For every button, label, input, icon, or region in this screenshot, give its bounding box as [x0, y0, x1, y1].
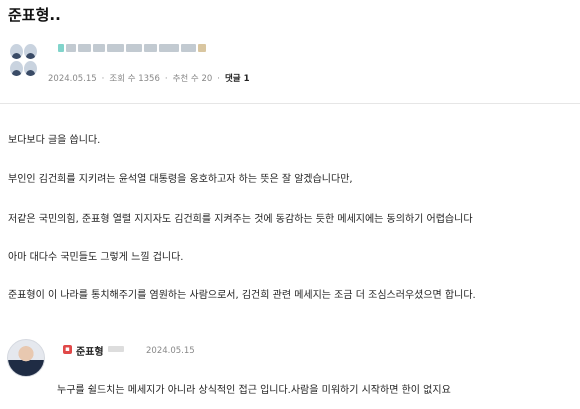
- reply-author-tag: [108, 346, 124, 352]
- avatar-face-icon: [24, 44, 37, 59]
- vote-count: 추천 수 20: [172, 74, 213, 84]
- avatar-face-icon: [24, 61, 37, 76]
- reply-author-avatar[interactable]: [7, 339, 45, 377]
- post-body-paragraph: 저같은 국민의힘, 준표형 열렬 지지자도 김건희를 지켜주는 것에 동감하는 …: [8, 214, 473, 225]
- author-badge-icon: ▪: [63, 345, 72, 354]
- avatar-face-icon: [10, 44, 23, 59]
- header-divider: [0, 103, 580, 104]
- post-meta: 2024.05.15 · 조회 수 1356 · 추천 수 20 · 댓글 1: [48, 74, 250, 84]
- view-count: 조회 수 1356: [109, 74, 160, 84]
- avatar-face-icon: [10, 61, 23, 76]
- author-avatar[interactable]: [8, 44, 38, 78]
- post-body-paragraph: 보다보다 글을 씁니다.: [8, 135, 101, 146]
- comment-count-link[interactable]: 댓글 1: [225, 74, 250, 84]
- post-body-paragraph: 준표형이 이 나라를 통치해주기를 염원하는 사람으로서, 김건희 관련 메세지…: [8, 290, 476, 301]
- reply-text: 누구를 쉴드치는 메세지가 아니라 상식적인 접근 입니다.사람을 미워하기 시…: [57, 385, 451, 396]
- post-date: 2024.05.15: [48, 74, 97, 84]
- reply-author-name[interactable]: 준표형: [76, 343, 104, 358]
- author-name-redacted[interactable]: [58, 44, 206, 54]
- reply-date: 2024.05.15: [146, 346, 195, 356]
- post-body-paragraph: 부인인 김건희를 지키려는 윤석열 대통령을 옹호하고자 하는 뜻은 잘 알겠습…: [8, 174, 353, 185]
- post-title: 준표형..: [8, 6, 61, 24]
- post-body-paragraph: 아마 대다수 국민들도 그렇게 느낄 겁니다.: [8, 252, 184, 263]
